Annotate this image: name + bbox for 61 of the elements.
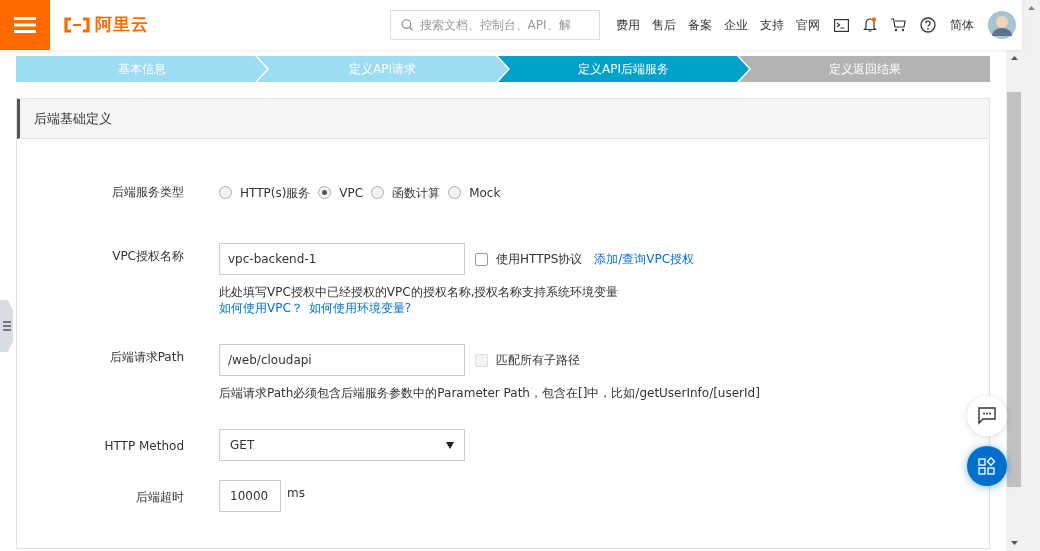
bell-icon[interactable]: [863, 17, 877, 33]
scroll-up-icon[interactable]: [1027, 6, 1035, 10]
apps-icon: [978, 457, 996, 475]
nav-link[interactable]: 备案: [688, 16, 712, 34]
nav-link[interactable]: 企业: [724, 16, 748, 34]
radio-label: VPC: [339, 184, 364, 202]
link[interactable]: 添加/查询VPC授权: [594, 250, 695, 268]
method-select[interactable]: GET: [219, 429, 465, 461]
apps-button[interactable]: [967, 446, 1007, 486]
text-field[interactable]: /web/cloudapi: [219, 344, 465, 376]
terminal-icon[interactable]: [834, 18, 849, 32]
radio-button[interactable]: [448, 186, 462, 199]
help-icon[interactable]: [920, 17, 936, 33]
step: 基本信息: [16, 56, 267, 82]
language-link[interactable]: 简体: [950, 16, 974, 34]
menu-icon: [14, 17, 36, 33]
step: 定义API后端服务: [498, 56, 749, 82]
field-label: HTTP Method: [104, 439, 184, 453]
radio-button[interactable]: [219, 186, 232, 199]
radio-button[interactable]: [318, 186, 332, 199]
checkbox[interactable]: [475, 252, 488, 266]
checkbox-label: 使用HTTPS协议: [496, 251, 583, 268]
search-icon: [401, 18, 414, 32]
help-text: 后端请求Path必须包含后端服务参数中的Parameter Path，包含在[]中，比如/getUserInfo/[userId]: [219, 385, 760, 401]
field-label: 后端服务类型: [112, 185, 184, 199]
caret-icon: [446, 441, 454, 449]
radio-label: 函数计算: [392, 184, 441, 202]
search-field[interactable]: 搜索文档、控制台、API、解: [419, 16, 589, 34]
field-label: VPC授权名称: [112, 249, 184, 263]
checkbox-label: 匹配所有子路径: [496, 352, 580, 369]
field-label: 后端超时: [136, 490, 184, 504]
side-tab[interactable]: [0, 300, 13, 352]
menu-button[interactable]: [0, 0, 50, 50]
scrollbar[interactable]: [1006, 50, 1022, 551]
radio-label: HTTP(s)服务: [240, 184, 311, 202]
avatar[interactable]: [988, 11, 1016, 39]
help-text: 此处填写VPC授权中已经授权的VPC的授权名称,授权名称支持系统环境变量: [219, 284, 620, 300]
cart-icon[interactable]: [891, 18, 906, 32]
logo-icon: [63, 17, 91, 33]
chat-button[interactable]: [967, 396, 1007, 436]
nav-link[interactable]: 官网: [796, 16, 820, 34]
help-link[interactable]: 如何使用环境变量?: [308, 300, 412, 316]
text-field[interactable]: vpc-backend-1: [219, 243, 465, 275]
search-box[interactable]: 搜索文档、控制台、API、解: [390, 10, 600, 40]
help-link[interactable]: 如何使用VPC？: [219, 300, 303, 316]
radio-button[interactable]: [371, 186, 385, 199]
timeout-field[interactable]: 10000: [219, 480, 281, 512]
step: 定义API请求: [257, 56, 508, 82]
section-title: 后端基础定义: [34, 109, 112, 128]
nav-link[interactable]: 支持: [760, 16, 784, 34]
radio-label: Mock: [469, 184, 501, 202]
logo-text: 阿里云: [95, 13, 149, 37]
chat-icon: [978, 407, 996, 425]
step: 定义返回结果: [739, 56, 990, 82]
field-label: 后端请求Path: [109, 350, 184, 364]
nav-link[interactable]: 费用: [616, 16, 640, 34]
scroll-down-icon[interactable]: [1010, 541, 1018, 545]
nav-link[interactable]: 售后: [652, 16, 676, 34]
unit-label: ms: [287, 485, 305, 502]
scroll-up-icon[interactable]: [1010, 56, 1018, 60]
list-icon: [2, 321, 11, 331]
